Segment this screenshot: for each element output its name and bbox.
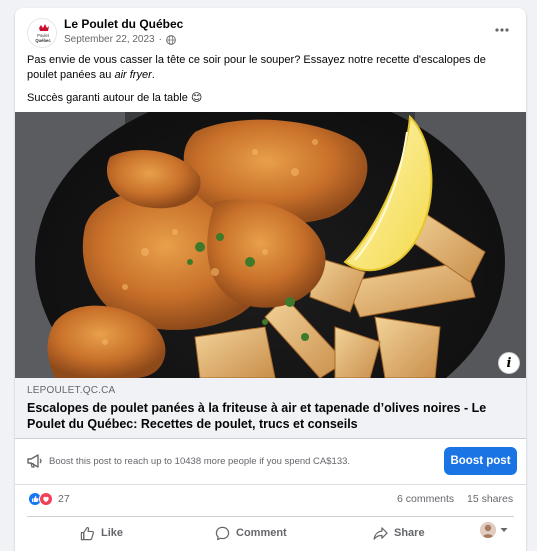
post-card: Poulet Québec Le Poulet du Québec Septem…	[15, 8, 526, 551]
page-avatar[interactable]: Poulet Québec	[27, 18, 57, 48]
boost-post-button[interactable]: Boost post	[444, 447, 517, 475]
caret-down-icon	[500, 528, 508, 532]
thumbs-up-icon	[80, 526, 95, 540]
comment-button[interactable]: Comment	[215, 521, 287, 545]
reaction-icons[interactable]	[28, 492, 58, 506]
poulet-logo: Poulet Québec	[28, 19, 56, 47]
post-text-italic: air fryer	[114, 69, 152, 81]
profile-switcher[interactable]	[480, 522, 508, 538]
post-text-end: .	[151, 69, 155, 81]
megaphone-icon	[27, 454, 42, 468]
date-separator: ·	[158, 34, 162, 45]
person-icon	[480, 522, 496, 538]
globe-icon	[166, 34, 176, 45]
boost-bar: Boost this post to reach up to 10438 mor…	[15, 439, 526, 485]
avatar	[480, 522, 496, 538]
reaction-count[interactable]: 27	[58, 493, 70, 505]
post-date[interactable]: September 22, 2023	[64, 34, 155, 45]
boost-text: Boost this post to reach up to 10438 mor…	[49, 456, 351, 467]
love-reaction-icon	[39, 492, 53, 506]
reactions-bar: 27 6 comments 15 shares	[15, 485, 526, 513]
comment-label: Comment	[236, 527, 287, 539]
post-text-part: Pas envie de vous casser la tête ce soir…	[27, 54, 486, 81]
like-label: Like	[101, 527, 124, 539]
post-text-line-2: Succès garanti autour de la table 😊	[27, 92, 203, 104]
link-title[interactable]: Escalopes de poulet panées à la friteuse…	[27, 400, 507, 432]
action-bar: Like Comment Share	[15, 518, 526, 548]
post-text-line-1: Pas envie de vous casser la tête ce soir…	[27, 53, 507, 83]
info-button[interactable]: i	[498, 352, 520, 374]
more-options-button[interactable]	[490, 18, 514, 42]
share-icon	[373, 526, 388, 540]
svg-text:Québec: Québec	[35, 38, 51, 43]
shares-count[interactable]: 15 shares	[467, 493, 513, 505]
ellipsis-icon	[495, 28, 509, 32]
share-button[interactable]: Share	[373, 521, 425, 545]
comments-count[interactable]: 6 comments	[397, 493, 454, 505]
post-meta: September 22, 2023 ·	[64, 34, 176, 45]
food-photo	[15, 112, 526, 378]
share-label: Share	[394, 527, 425, 539]
like-button[interactable]: Like	[80, 521, 123, 545]
divider	[27, 516, 514, 517]
link-preview[interactable]: LEPOULET.QC.CA Escalopes de poulet panée…	[15, 378, 526, 439]
link-domain: LEPOULET.QC.CA	[27, 385, 116, 396]
post-image[interactable]: i	[15, 112, 526, 378]
comment-icon	[215, 526, 230, 540]
page-name-link[interactable]: Le Poulet du Québec	[64, 17, 183, 31]
post-header: Poulet Québec Le Poulet du Québec Septem…	[15, 8, 526, 54]
post-text: Pas envie de vous casser la tête ce soir…	[27, 53, 507, 114]
